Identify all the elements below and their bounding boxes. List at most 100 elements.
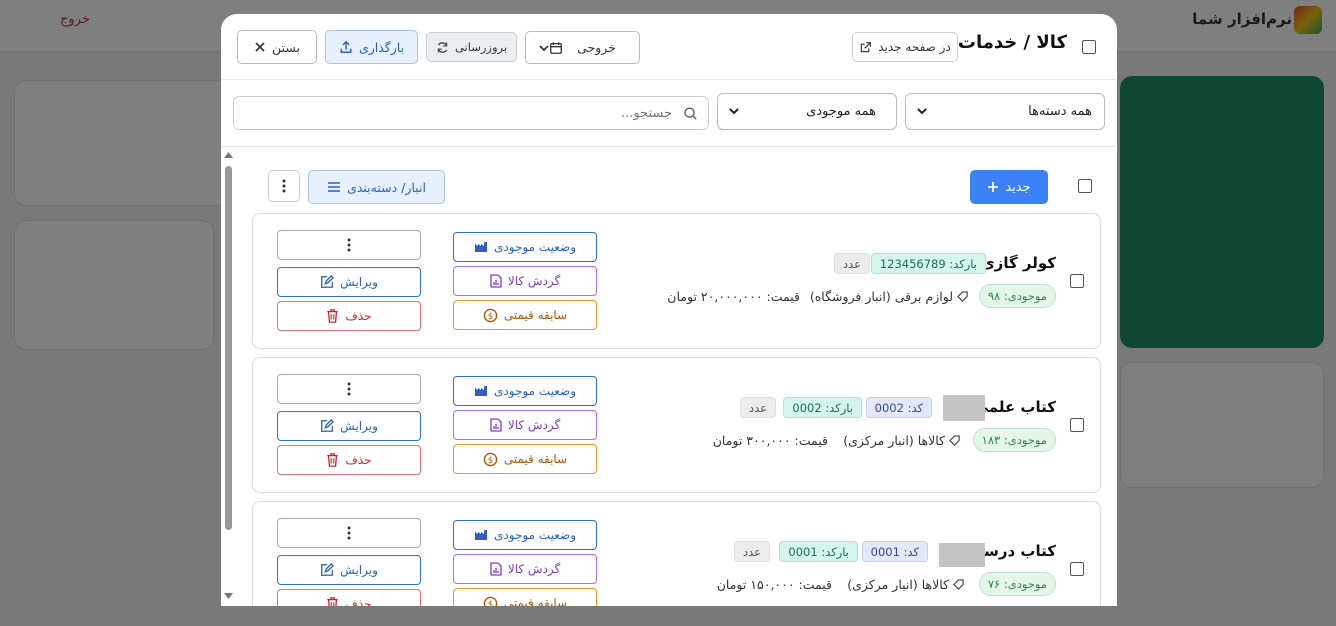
turnover-label: گردش کالا [507, 418, 561, 432]
item-price: قیمت: ۳۰۰,۰۰۰ تومان [712, 433, 828, 448]
report-icon [490, 274, 502, 288]
warehouse-category-label: انبار/ دسته‌بندی [347, 179, 426, 195]
category-select[interactable]: همه دسته‌ها [905, 93, 1105, 130]
stock-status-label: وضعیت موجودی [494, 384, 576, 398]
delete-button[interactable]: حذف [277, 301, 421, 331]
tag-icon [949, 435, 960, 446]
upload-button[interactable]: بارگذاری [325, 30, 418, 64]
open-new-page-button[interactable]: در صفحه جدید [852, 32, 958, 62]
code-badge: کد: 0002 [865, 397, 932, 418]
tag-icon [953, 579, 964, 590]
product-card: کتاب درسی کد: 0001 بارکد: 0001 عدد موجود… [252, 501, 1101, 606]
close-icon [255, 42, 265, 52]
item-category: کالاها (انبار مرکزی) [847, 577, 949, 592]
item-price: قیمت: ۱۵۰,۰۰۰ تومان [716, 577, 832, 592]
item-more-button[interactable] [277, 230, 421, 260]
price-history-label: سابقه قیمتی [503, 596, 568, 606]
stock-select[interactable]: همه موجودی [717, 93, 897, 130]
calendar-icon [550, 41, 562, 54]
list-icon [328, 182, 341, 192]
more-vertical-icon [347, 382, 351, 396]
turnover-label: گردش کالا [507, 274, 561, 288]
edit-label: ویرایش [340, 275, 378, 289]
refresh-button[interactable]: بروزرسانی [426, 32, 517, 62]
search-icon [684, 107, 697, 120]
search-input[interactable]: جستجو... [233, 96, 709, 130]
stock-status-label: وضعیت موجودی [494, 528, 576, 542]
header-select-checkbox[interactable] [1082, 40, 1096, 54]
item-more-button[interactable] [277, 518, 421, 548]
unit-badge: عدد [833, 253, 870, 274]
delete-label: حذف [345, 597, 372, 606]
tag-icon [957, 291, 968, 302]
open-new-page-label: در صفحه جدید [878, 40, 951, 54]
svg-text:$: $ [488, 598, 493, 606]
refresh-icon [437, 41, 448, 53]
new-item-label: جدید [1005, 179, 1031, 195]
external-link-icon [861, 41, 872, 52]
category-info: کالاها (انبار مرکزی) [843, 433, 960, 448]
product-card: کتاب علمی کد: 0002 بارکد: 0002 عدد موجود… [252, 357, 1101, 493]
item-name: کتاب علمی [973, 398, 1056, 416]
turnover-button[interactable]: گردش کالا [453, 266, 597, 296]
item-category: لوازم برقی (انبار فروشگاه) [809, 289, 953, 304]
price-history-button[interactable]: سابقه قیمتی $ [453, 588, 597, 606]
price-history-button[interactable]: سابقه قیمتی $ [453, 444, 597, 474]
delete-button[interactable]: حذف [277, 589, 421, 606]
report-icon [490, 562, 502, 576]
stock-status-button[interactable]: وضعیت موجودی [453, 232, 597, 262]
warehouse-category-button[interactable]: انبار/ دسته‌بندی [308, 170, 445, 204]
new-item-button[interactable]: جدید [970, 170, 1048, 204]
item-select-checkbox[interactable] [1070, 274, 1084, 288]
stock-status-button[interactable]: وضعیت موجودی [453, 376, 597, 406]
stock-badge: موجودی: ۱۸۳ [972, 428, 1056, 452]
warehouse-icon [475, 530, 488, 540]
modal-header: کالا / خدمات در صفحه جدید خروجی بروزرسان… [221, 14, 1117, 80]
delete-button[interactable]: حذف [277, 445, 421, 475]
close-button[interactable]: بستن [237, 30, 317, 64]
price-history-button[interactable]: سابقه قیمتی $ [453, 300, 597, 330]
code-badge: کد: 0001 [861, 541, 928, 562]
svg-text:$: $ [488, 310, 493, 320]
item-thumbnail [943, 395, 985, 421]
select-all-checkbox[interactable] [1078, 179, 1092, 193]
item-select-checkbox[interactable] [1070, 562, 1084, 576]
stock-status-button[interactable]: وضعیت موجودی [453, 520, 597, 550]
category-info: کالاها (انبار مرکزی) [847, 577, 964, 592]
trash-icon [327, 309, 339, 323]
warehouse-icon [475, 386, 488, 396]
item-thumbnail [939, 543, 985, 567]
dollar-icon: $ [483, 596, 498, 606]
dollar-icon: $ [483, 308, 498, 322]
stock-status-label: وضعیت موجودی [494, 240, 576, 254]
edit-button[interactable]: ویرایش [277, 411, 421, 441]
edit-icon [321, 419, 335, 432]
trash-icon [327, 597, 339, 606]
item-category: کالاها (انبار مرکزی) [843, 433, 945, 448]
turnover-button[interactable]: گردش کالا [453, 410, 597, 440]
upload-label: بارگذاری [358, 39, 405, 55]
product-card: کولر گازی بارکد: 123456789 عدد موجودی: ۹… [252, 213, 1101, 349]
report-icon [490, 418, 502, 432]
chevron-down-icon [917, 108, 927, 115]
plus-icon [988, 182, 999, 192]
more-vertical-icon [347, 526, 351, 540]
list-more-button[interactable] [268, 170, 300, 202]
svg-text:$: $ [488, 454, 493, 464]
turnover-button[interactable]: گردش کالا [453, 554, 597, 584]
export-label: خروجی [577, 40, 616, 55]
price-history-label: سابقه قیمتی [503, 452, 568, 466]
filter-bar: همه دسته‌ها همه موجودی جستجو... [221, 81, 1117, 147]
edit-icon [321, 275, 335, 288]
item-name: کولر گازی [980, 254, 1056, 272]
item-more-button[interactable] [277, 374, 421, 404]
stock-select-value: همه موجودی [806, 104, 876, 119]
edit-button[interactable]: ویرایش [277, 267, 421, 297]
products-list: جدید انبار/ دسته‌بندی کولر گازی بارکد: 1… [221, 148, 1117, 606]
barcode-badge: بارکد: 0001 [779, 541, 858, 562]
export-dropdown[interactable]: خروجی [525, 31, 640, 64]
delete-label: حذف [345, 309, 372, 323]
item-select-checkbox[interactable] [1070, 418, 1084, 432]
more-vertical-icon [347, 238, 351, 252]
edit-button[interactable]: ویرایش [277, 555, 421, 585]
